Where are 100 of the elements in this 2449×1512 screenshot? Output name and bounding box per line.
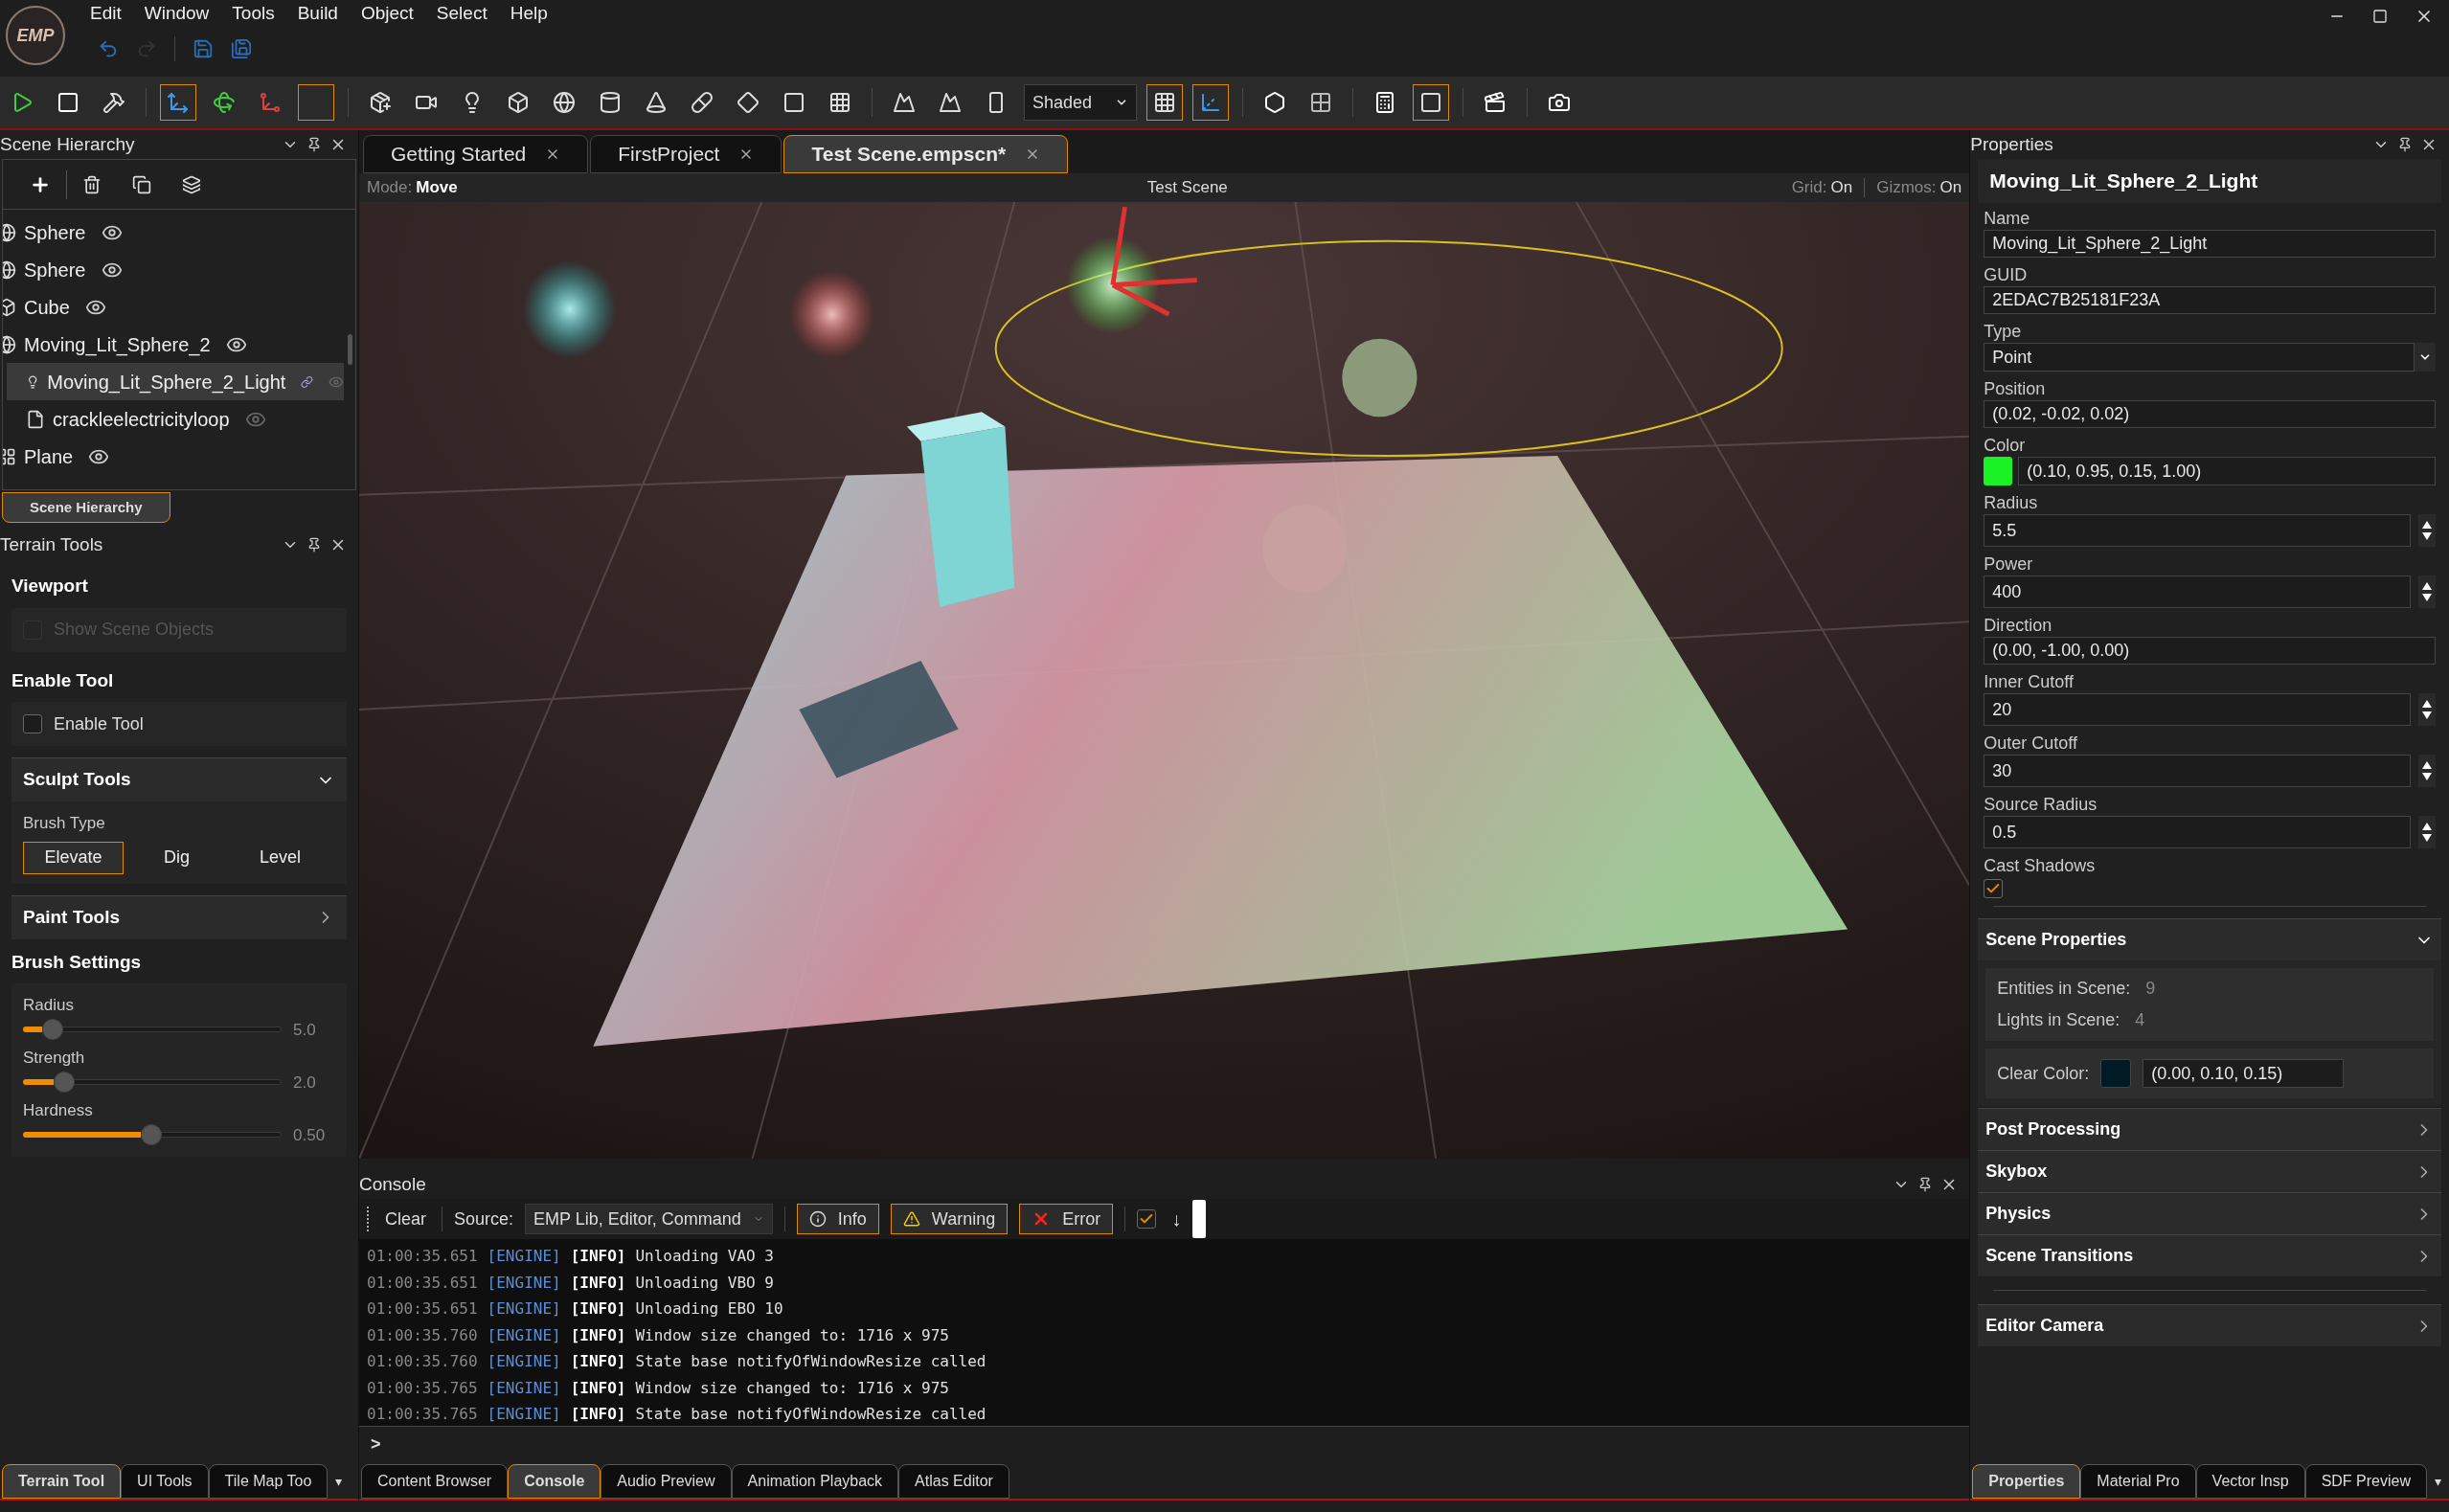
number-field[interactable]: 30 [1984,755,2411,787]
hierarchy-item[interactable]: Moving_Lit_Sphere_2_Light [7,363,344,400]
save-all-icon[interactable] [231,38,252,59]
brush-type-button[interactable]: Elevate [23,841,124,874]
select-field[interactable]: Point [1984,343,2415,372]
number-field[interactable]: 5.5 [1984,514,2411,547]
panel-tab[interactable]: Content Browser [361,1464,509,1499]
dropdown-button[interactable] [2415,343,2436,372]
slider-thumb[interactable] [141,1124,162,1146]
spinner-button[interactable] [2418,514,2436,547]
log-filter-button[interactable]: Warning [890,1204,1009,1234]
spinner-button[interactable] [2418,755,2436,787]
hierarchy-item[interactable]: Moving_Lit_Sphere_2 [3,326,344,363]
brush-type-button[interactable]: Dig [126,841,227,874]
duplicate-icon[interactable] [132,174,151,194]
hierarchy-item[interactable]: Sphere [3,251,344,288]
slider[interactable] [23,1071,282,1095]
brush-type-button[interactable]: Level [230,841,330,874]
scroll-lock-toggle[interactable] [1192,1200,1207,1238]
slider[interactable] [23,1123,282,1147]
hierarchy-item[interactable]: crackleelectricityloop [7,400,344,438]
editor-tab[interactable]: FirstProject [590,135,782,173]
color-field[interactable]: (0.00, 0.10, 0.15) [2143,1059,2345,1088]
panel-tab[interactable]: Vector Insp [2195,1464,2305,1499]
log-filter-button[interactable]: Info [796,1204,879,1234]
more-tabs-button[interactable]: ▾ [2427,1464,2449,1499]
panel-tab[interactable]: Audio Preview [601,1464,732,1499]
panel-tab[interactable]: Tile Map Too [208,1464,329,1499]
menu-item[interactable]: Edit [90,0,122,28]
hierarchy-item[interactable]: Sphere [3,214,344,251]
number-field[interactable]: 20 [1984,693,2411,726]
calculator-icon [1373,91,1396,114]
save-icon[interactable] [193,38,214,59]
menu-item[interactable]: Select [436,0,488,28]
layers-icon[interactable] [182,174,201,194]
panel-tab[interactable]: Scene Hierarchy [2,492,170,523]
spinner-button[interactable] [2418,816,2436,848]
field-label: Power [1984,553,2034,575]
pin-icon[interactable] [306,537,322,553]
text-field[interactable]: (0.00, -1.00, 0.00) [1984,637,2436,665]
editor-tab[interactable]: Test Scene.empscn* [783,135,1069,173]
menu-item[interactable]: Build [297,0,338,28]
section-header[interactable]: Physics [1978,1192,2441,1234]
pin-icon[interactable] [306,137,322,152]
delete-icon[interactable] [82,174,102,194]
panel-tab[interactable]: Console [508,1464,601,1499]
menu-item[interactable]: Window [144,0,210,28]
color-swatch[interactable] [1984,457,2013,485]
number-field[interactable]: 400 [1984,575,2411,608]
maximize-icon[interactable] [2372,9,2388,24]
color-swatch[interactable] [2100,1059,2132,1088]
editor-tab[interactable]: Getting Started [363,135,589,173]
log-source: [ENGINE] [487,1404,561,1425]
slider-thumb[interactable] [41,1019,63,1041]
panel-tab[interactable]: Material Pro [2080,1464,2196,1499]
section-header[interactable]: Post Processing [1978,1108,2441,1150]
app-logo[interactable]: EMP [6,6,65,65]
menu-item[interactable]: Object [360,0,414,28]
log-source: [ENGINE] [487,1351,561,1372]
color-field[interactable]: (0.10, 0.95, 0.15, 1.00) [2018,457,2436,485]
source-dropdown[interactable]: EMP Lib, Editor, Command [525,1204,773,1234]
hierarchy-item[interactable]: Cube [3,288,344,326]
shading-dropdown[interactable]: Shaded [1024,84,1137,121]
section-header[interactable]: Sculpt Tools [11,757,347,801]
section-header[interactable]: Scene Properties [1978,918,2441,960]
section-header[interactable]: Editor Camera [1978,1304,2441,1346]
menu-item[interactable]: Help [510,0,548,28]
clear-button[interactable]: Clear [381,1206,430,1232]
slider-thumb[interactable] [53,1072,75,1094]
scrollbar[interactable] [348,334,352,365]
menu-item[interactable]: Tools [232,0,275,28]
spinner-button[interactable] [2418,575,2436,608]
section-header[interactable]: Paint Tools [11,894,347,939]
section-header[interactable]: Scene Transitions [1978,1234,2441,1276]
undo-icon[interactable] [98,38,119,59]
panel-tab[interactable]: Atlas Editor [898,1464,1009,1499]
checkbox[interactable] [1984,879,2004,898]
pin-icon[interactable] [2397,137,2413,152]
more-tabs-button[interactable]: ▾ [328,1464,351,1499]
toolbar-button[interactable] [1146,84,1183,121]
section-header[interactable]: Skybox [1978,1150,2441,1192]
panel-tab[interactable]: UI Tools [121,1464,209,1499]
panel-tab[interactable]: Animation Playback [731,1464,899,1499]
text-field[interactable]: Moving_Lit_Sphere_2_Light [1984,230,2436,258]
hierarchy-item[interactable]: Plane [3,438,344,475]
text-field[interactable]: 2EDAC7B25181F23A [1984,286,2436,314]
panel-tab[interactable]: SDF Preview [2304,1464,2427,1499]
item-label: crackleelectricityloop [53,407,230,432]
toolbar-button[interactable] [1413,84,1449,121]
panel-title: Properties [1970,132,2054,156]
log-filter-button[interactable]: Error [1019,1204,1114,1234]
log-time: 01:00:35.651 [367,1298,478,1320]
slider[interactable] [23,1018,282,1042]
number-field[interactable]: 0.5 [1984,816,2411,848]
text-field[interactable]: (0.02, -0.02, 0.02) [1984,400,2436,428]
checkbox[interactable] [1137,1209,1157,1229]
checkbox[interactable] [23,714,42,733]
spinner-button[interactable] [2418,693,2436,726]
panel-tab[interactable]: Properties [1972,1464,2081,1499]
panel-tab[interactable]: Terrain Tool [2,1464,122,1499]
